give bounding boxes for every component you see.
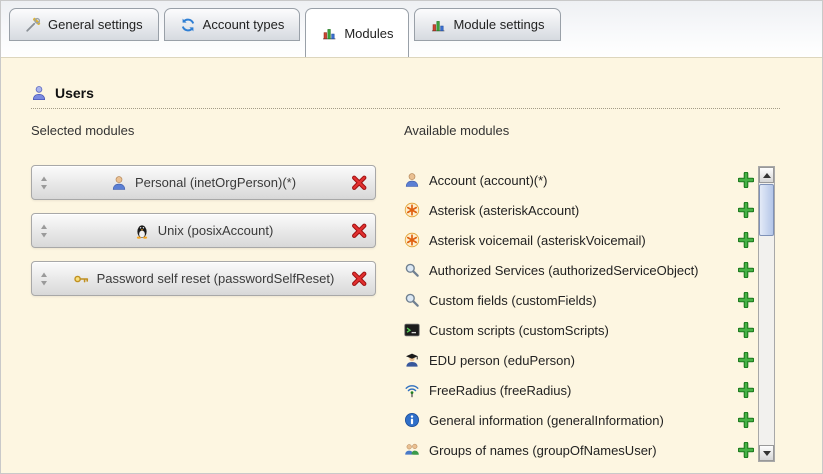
remove-module-button[interactable] — [351, 270, 368, 287]
scrollbar-up-button[interactable] — [759, 167, 774, 183]
person-icon — [111, 175, 127, 191]
add-icon — [738, 412, 754, 428]
scrollbar-down-button[interactable] — [759, 445, 774, 461]
add-module-button[interactable] — [738, 412, 754, 428]
available-module-row: Authorized Services (authorizedServiceOb… — [404, 255, 754, 285]
magnifier-icon — [404, 262, 420, 278]
tab-label: Account types — [203, 17, 285, 32]
down-arrow-icon — [763, 451, 771, 456]
drag-handle-icon[interactable] — [40, 176, 48, 190]
add-icon — [738, 172, 754, 188]
account-types-icon — [180, 17, 196, 33]
available-module-row: Groups of names (groupOfNamesUser) — [404, 435, 754, 465]
tab-module-settings[interactable]: Module settings — [414, 8, 560, 41]
add-module-button[interactable] — [738, 262, 754, 278]
module-label: Groups of names (groupOfNamesUser) — [429, 443, 729, 458]
available-modules-scrollbar[interactable] — [758, 166, 775, 462]
asterisk-icon — [404, 232, 420, 248]
add-module-button[interactable] — [738, 322, 754, 338]
module-label: EDU person (eduPerson) — [429, 353, 729, 368]
delete-icon — [351, 174, 368, 191]
module-label: Custom scripts (customScripts) — [429, 323, 729, 338]
available-module-row: Custom scripts (customScripts) — [404, 315, 754, 345]
add-module-button[interactable] — [738, 292, 754, 308]
available-modules-list: Account (account)(*) Asterisk (asteriskA… — [404, 165, 754, 465]
remove-module-button[interactable] — [351, 222, 368, 239]
remove-module-button[interactable] — [351, 174, 368, 191]
person-icon — [404, 172, 420, 188]
available-modules-heading: Available modules — [404, 123, 509, 138]
tab-label: Modules — [344, 26, 393, 41]
tab-general-settings[interactable]: General settings — [9, 8, 159, 41]
selected-modules-list: Personal (inetOrgPerson)(*) — [31, 165, 376, 309]
asterisk-icon — [404, 202, 420, 218]
available-module-row: Account (account)(*) — [404, 165, 754, 195]
tab-strip: General settings Account types — [9, 8, 561, 57]
add-icon — [738, 352, 754, 368]
module-label: Account (account)(*) — [429, 173, 729, 188]
tab-account-types[interactable]: Account types — [164, 8, 301, 41]
user-icon — [31, 85, 47, 101]
module-label: General information (generalInformation) — [429, 413, 729, 428]
add-icon — [738, 292, 754, 308]
module-settings-icon — [430, 17, 446, 33]
add-module-button[interactable] — [738, 232, 754, 248]
magnifier-icon — [404, 292, 420, 308]
antenna-icon — [404, 382, 420, 398]
selected-modules-heading: Selected modules — [31, 123, 134, 138]
account-type-heading: Users — [31, 85, 780, 109]
graduate-icon — [404, 352, 420, 368]
section-title: Users — [55, 85, 94, 101]
available-module-row: General information (generalInformation) — [404, 405, 754, 435]
module-label: Unix (posixAccount) — [158, 223, 274, 238]
general-settings-icon — [25, 17, 41, 33]
drag-handle-icon[interactable] — [40, 272, 48, 286]
module-label: Custom fields (customFields) — [429, 293, 729, 308]
available-module-row: Custom fields (customFields) — [404, 285, 754, 315]
selected-module-row[interactable]: Personal (inetOrgPerson)(*) — [31, 165, 376, 200]
selected-module-row[interactable]: Password self reset (passwordSelfReset) — [31, 261, 376, 296]
add-icon — [738, 322, 754, 338]
key-icon — [73, 271, 89, 287]
module-label: Personal (inetOrgPerson)(*) — [135, 175, 296, 190]
scrollbar-thumb[interactable] — [759, 184, 774, 236]
module-label: Asterisk (asteriskAccount) — [429, 203, 729, 218]
add-icon — [738, 202, 754, 218]
delete-icon — [351, 222, 368, 239]
add-icon — [738, 262, 754, 278]
available-module-row: Asterisk (asteriskAccount) — [404, 195, 754, 225]
tab-label: Module settings — [453, 17, 544, 32]
delete-icon — [351, 270, 368, 287]
add-icon — [738, 232, 754, 248]
add-module-button[interactable] — [738, 382, 754, 398]
selected-module-row[interactable]: Unix (posixAccount) — [31, 213, 376, 248]
tux-icon — [134, 223, 150, 239]
add-module-button[interactable] — [738, 202, 754, 218]
module-label: FreeRadius (freeRadius) — [429, 383, 729, 398]
add-icon — [738, 442, 754, 458]
modules-icon — [321, 25, 337, 41]
drag-handle-icon[interactable] — [40, 224, 48, 238]
tab-modules[interactable]: Modules — [305, 8, 409, 57]
info-icon — [404, 412, 420, 428]
terminal-icon — [404, 322, 420, 338]
add-module-button[interactable] — [738, 442, 754, 458]
add-module-button[interactable] — [738, 352, 754, 368]
available-module-row: FreeRadius (freeRadius) — [404, 375, 754, 405]
tab-bar: General settings Account types — [1, 1, 822, 58]
module-label: Password self reset (passwordSelfReset) — [97, 271, 335, 286]
available-module-row: EDU person (eduPerson) — [404, 345, 754, 375]
group-icon — [404, 442, 420, 458]
add-icon — [738, 382, 754, 398]
module-label: Authorized Services (authorizedServiceOb… — [429, 263, 729, 278]
module-label: Asterisk voicemail (asteriskVoicemail) — [429, 233, 729, 248]
lam-configuration-window: General settings Account types — [0, 0, 823, 474]
tab-label: General settings — [48, 17, 143, 32]
add-module-button[interactable] — [738, 172, 754, 188]
up-arrow-icon — [763, 173, 771, 178]
available-module-row: Asterisk voicemail (asteriskVoicemail) — [404, 225, 754, 255]
